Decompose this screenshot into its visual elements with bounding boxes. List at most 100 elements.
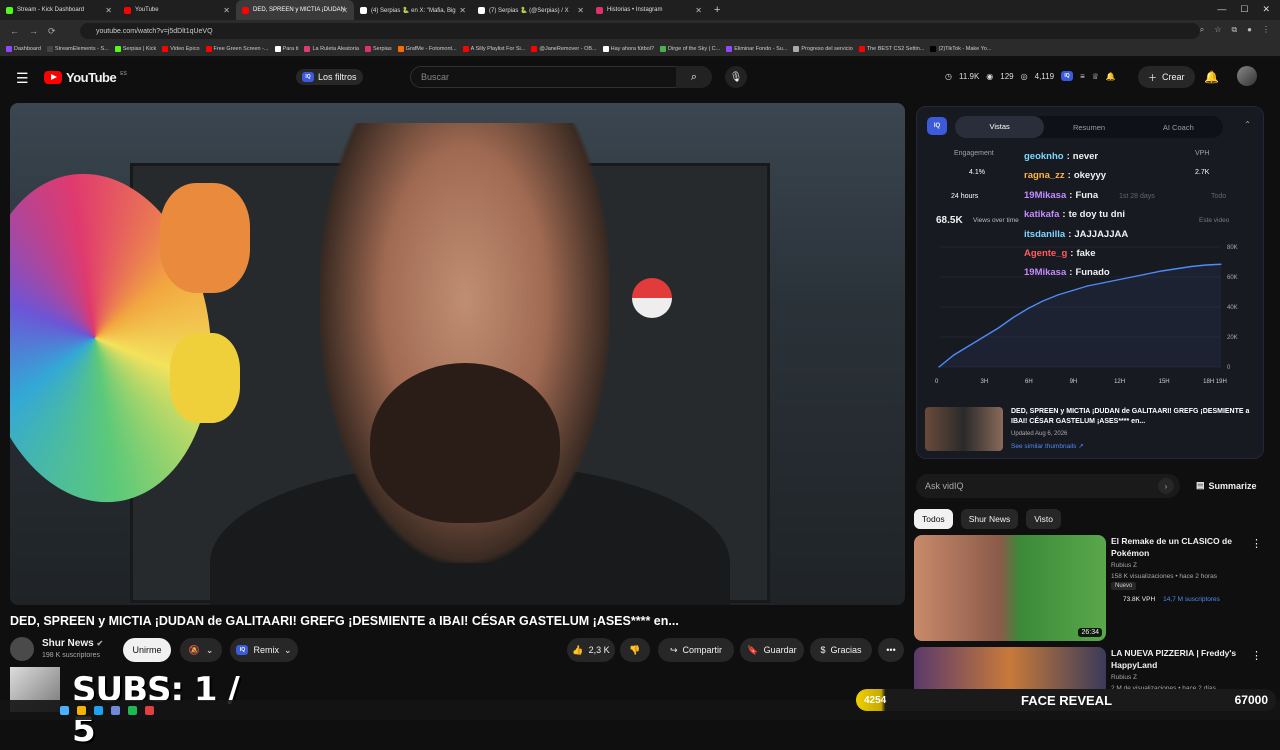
rec-channel: Rubius Z [1111, 562, 1138, 569]
ask-vidiq-input[interactable]: Ask vidIQ › [916, 474, 1180, 498]
bookmark-item[interactable]: (2)TikTok - Make Yo... [930, 46, 991, 52]
back-icon[interactable]: ← [10, 26, 19, 36]
summarize-button[interactable]: ▤ Summarize [1196, 480, 1257, 491]
more-vert-icon[interactable]: ⋮ [1251, 537, 1262, 550]
browser-tab[interactable]: (4) Serpias 🐍 en X: "Mafia, Big ✕ [354, 0, 472, 20]
save-button[interactable]: 🔖 Guardar [740, 638, 804, 662]
collapse-icon[interactable]: ⌃ [1244, 120, 1251, 129]
account-avatar[interactable] [1237, 66, 1257, 86]
bookmark-item[interactable]: Free Green Screen -... [205, 46, 269, 52]
chat-text: never [1072, 151, 1099, 162]
youtube-logo[interactable]: YouTube ES [44, 70, 127, 85]
minimize-icon[interactable]: — [1217, 4, 1226, 15]
chart-x-tick: 9H [1070, 379, 1078, 385]
tab-close-icon[interactable]: ✕ [459, 6, 466, 15]
menu-icon[interactable]: ☰ [16, 70, 29, 87]
notifications-icon[interactable]: 🔔 [1204, 70, 1219, 84]
range-all[interactable]: Todo [1211, 193, 1226, 200]
extensions-icon[interactable]: ⧉ [1231, 25, 1237, 35]
bookmark-item[interactable]: Dirge of the Sky | C... [660, 46, 720, 52]
bookmark-item[interactable]: Video Epico [162, 46, 200, 52]
trophy-icon[interactable]: ♕ [1092, 72, 1099, 81]
tab-close-icon[interactable]: ✕ [695, 6, 702, 15]
tab-label: YouTube [135, 7, 159, 13]
bookmark-item[interactable]: @JaneRemover - OB... [531, 46, 597, 52]
tab-vistas[interactable]: Vistas [955, 116, 1045, 138]
chip-shur-news[interactable]: Shur News [960, 509, 1019, 529]
bookmark-item[interactable]: The BEST CS2 Settin... [858, 46, 924, 52]
tab-label: (7) Serpias 🐍 (@Serpias) / X [489, 7, 569, 14]
thumbs-down-icon: 👎 [629, 644, 641, 655]
taskbar-app-icon[interactable] [60, 705, 69, 715]
filters-button[interactable]: IQ Los filtros [296, 69, 363, 85]
join-button[interactable]: Unirme [123, 638, 171, 662]
views-over-time-label[interactable]: Views over time [973, 217, 1019, 224]
list-icon[interactable]: ≡ [1080, 72, 1085, 81]
taskbar-app-icon[interactable] [128, 705, 137, 715]
recommended-video[interactable]: 26:34 El Remake de un CLASICO de Pokémon… [914, 535, 1274, 641]
reload-icon[interactable]: ⟳ [48, 26, 56, 37]
browser-tab[interactable]: DED, SPREEN y MICTIA ¡DUDAN ✕ [236, 0, 354, 20]
tab-close-icon[interactable]: ✕ [577, 6, 584, 15]
bookmark-star-icon[interactable]: ☆ [1214, 25, 1221, 35]
chip-todos[interactable]: Todos [914, 509, 953, 529]
browser-tab[interactable]: YouTube ✕ [118, 0, 236, 20]
new-tab-icon[interactable]: + [714, 4, 720, 16]
share-button[interactable]: ↪ Compartir [658, 638, 734, 662]
search-button[interactable]: ⌕ [676, 66, 712, 88]
url-field[interactable]: youtube.com/watch?v=j5dDlt1qUeVQ [80, 23, 1200, 39]
menu-dots-icon[interactable]: ⋮ [1262, 25, 1270, 35]
create-button[interactable]: ＋ Crear [1138, 66, 1195, 88]
maximize-icon[interactable]: ☐ [1240, 4, 1248, 15]
chip-visto[interactable]: Visto [1026, 509, 1062, 529]
taskbar-app-icon[interactable] [111, 705, 120, 715]
zoom-icon[interactable]: ⌕ [1200, 25, 1204, 35]
channel-avatar[interactable] [10, 637, 34, 661]
voice-search-button[interactable]: 🎙 [725, 66, 747, 88]
bookmark-item[interactable]: A Silly Playlist For Si... [462, 46, 525, 52]
chat-separator: : [1066, 151, 1070, 162]
bookmark-item[interactable]: GrafMe - Fotomont... [397, 46, 457, 52]
thanks-button[interactable]: $ Gracias [810, 638, 872, 662]
browser-tab[interactable]: Historias • Instagram ✕ [590, 0, 708, 20]
tab-ai-coach[interactable]: AI Coach [1134, 123, 1223, 132]
browser-tab[interactable]: (7) Serpias 🐍 (@Serpias) / X ✕ [472, 0, 590, 20]
bookmark-item[interactable]: La Ruleta Aleatoria [304, 46, 359, 52]
bookmark-item[interactable]: Progreso del servicio [793, 46, 853, 52]
bookmark-item[interactable]: Para ti [274, 46, 298, 52]
taskbar-app-icon[interactable] [94, 705, 103, 715]
channel-name[interactable]: Shur News ✔ [42, 638, 103, 649]
vidiq-badge-icon[interactable]: IQ [1061, 71, 1074, 81]
bookmark-item[interactable]: Serpias [364, 46, 392, 52]
ask-vidiq-placeholder: Ask vidIQ [925, 481, 964, 491]
dislike-button[interactable]: 👎 [620, 638, 650, 662]
send-icon[interactable]: › [1158, 478, 1174, 494]
more-vert-icon[interactable]: ⋮ [1251, 649, 1262, 662]
range-24h[interactable]: 24 hours [951, 193, 978, 200]
notification-toggle[interactable]: 🔕 ⌄ [180, 638, 222, 662]
similar-video-card[interactable]: DED, SPREEN y MICTIA ¡DUDAN de GALITAARI… [925, 407, 1260, 452]
tab-close-icon[interactable]: ✕ [341, 6, 348, 15]
taskbar-app-icon[interactable] [77, 705, 86, 715]
bookmark-item[interactable]: Eliminar Fondo - Su... [726, 46, 787, 52]
bookmark-item[interactable]: Dashboard [6, 46, 41, 52]
close-window-icon[interactable]: ✕ [1262, 4, 1270, 15]
search-input[interactable]: Buscar [410, 66, 710, 88]
more-actions-button[interactable]: ••• [878, 638, 904, 662]
tab-close-icon[interactable]: ✕ [223, 6, 230, 15]
taskbar-app-icon[interactable] [145, 705, 154, 715]
forward-icon[interactable]: → [29, 26, 38, 36]
bookmark-item[interactable]: StreamElements - S... [46, 46, 109, 52]
tab-resumen[interactable]: Resumen [1044, 123, 1133, 132]
bookmark-item[interactable]: Hay ahora fútbol? [602, 46, 654, 52]
vidiq-remix-icon: IQ [236, 645, 249, 655]
similar-thumbnails-link[interactable]: See similar thumbnails ↗ [1011, 442, 1084, 450]
like-button[interactable]: 👍 2,3 K [567, 638, 615, 662]
remix-button[interactable]: IQ Remix ⌄ [230, 638, 298, 662]
video-player[interactable] [10, 103, 905, 605]
bookmark-item[interactable]: Serpias | Kick [114, 46, 156, 52]
browser-tab[interactable]: Stream - Kick Dashboard ✕ [0, 0, 118, 20]
alert-icon[interactable]: 🔔 [1106, 72, 1116, 81]
tab-close-icon[interactable]: ✕ [105, 6, 112, 15]
profile-icon[interactable]: ● [1247, 25, 1252, 35]
